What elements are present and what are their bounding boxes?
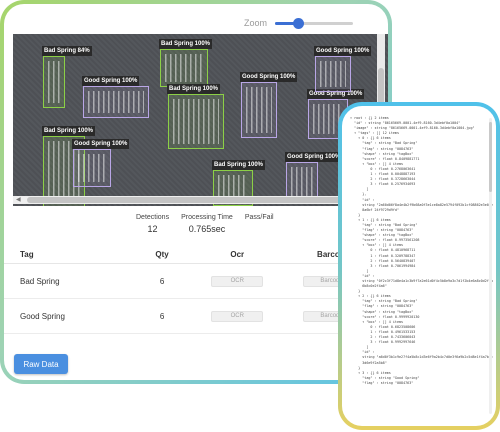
detection-box[interactable]: Good Spring 100%: [240, 72, 298, 138]
header-tag: Tag: [20, 250, 34, 259]
table-row: Good Spring 6 OCR Barcodes: [4, 299, 388, 334]
results-table: Tag Qty Ocr Barcode Bad Spring 6 OCR Bar…: [4, 246, 388, 334]
row-ocr-cell: OCR: [180, 275, 294, 287]
zoom-label: Zoom: [244, 18, 268, 28]
row-tag: Good Spring: [20, 311, 65, 321]
ocr-field[interactable]: OCR: [211, 311, 264, 322]
json-viewer-scrollbar[interactable]: [489, 118, 492, 414]
detection-box[interactable]: Good Spring 100%: [72, 139, 130, 187]
row-qty: 6: [159, 311, 165, 321]
stat-processing-time-label: Processing Time: [181, 214, 233, 221]
detection-box[interactable]: Bad Spring 100%: [159, 39, 213, 87]
image-horizontal-scroll-thumb[interactable]: [27, 197, 357, 203]
spring-pattern: [246, 87, 272, 133]
spring-pattern: [48, 61, 60, 103]
detection-label: Good Spring 100%: [285, 152, 343, 162]
spring-pattern: [78, 154, 106, 182]
header-qty: Qty: [155, 250, 169, 259]
header-ocr: Ocr: [230, 250, 245, 259]
detection-label: Bad Spring 100%: [212, 160, 266, 170]
detection-label: Good Spring 100%: [82, 76, 140, 86]
raw-data-json-viewer[interactable]: ▾ root : {} 2 items "id" : string "86165…: [342, 106, 496, 426]
zoom-control: Zoom: [244, 17, 354, 29]
spring-pattern: [173, 99, 219, 144]
row-tag: Bad Spring: [20, 276, 60, 286]
spring-pattern: [320, 61, 346, 87]
stat-detections: Detections 12: [136, 214, 169, 234]
zoom-slider[interactable]: [275, 17, 354, 29]
detection-box[interactable]: Bad Spring 100%: [167, 84, 224, 149]
stat-detections-label: Detections: [136, 214, 170, 221]
stat-pass-fail: Pass/Fail: [245, 214, 274, 234]
detection-label: Good Spring 100%: [314, 46, 372, 56]
stat-detections-value: 12: [147, 224, 158, 234]
zoom-slider-thumb[interactable]: [293, 17, 305, 29]
spring-pattern: [165, 54, 203, 82]
stat-pass-fail-label: Pass/Fail: [244, 214, 274, 221]
detection-image-view[interactable]: Bad Spring 84% Good Spring 100% Bad Spring…: [13, 34, 388, 206]
stat-processing-time-value: 0.765sec: [188, 224, 226, 234]
main-window-frame: Zoom Bad Spring 84% Good Spring 100% Bad S…: [0, 0, 392, 384]
main-window: Zoom Bad Spring 84% Good Spring 100% Bad S…: [4, 4, 388, 380]
detection-stats: Detections 12 Processing Time 0.765sec P…: [136, 214, 274, 234]
detection-box[interactable]: Bad Spring 84%: [42, 46, 92, 108]
scroll-left-arrow-icon[interactable]: ◀: [16, 196, 21, 204]
image-horizontal-scrollbar[interactable]: ◀ ▶: [13, 196, 388, 204]
detection-box[interactable]: Good Spring 100%: [314, 46, 372, 92]
results-table-header: Tag Qty Ocr Barcode: [4, 246, 388, 264]
detection-label: Bad Spring 84%: [42, 46, 92, 56]
ocr-field[interactable]: OCR: [211, 276, 264, 287]
stat-processing-time: Processing Time 0.765sec: [181, 214, 233, 234]
detection-box[interactable]: Good Spring 100%: [82, 76, 149, 118]
raw-data-phone-frame: ▾ root : {} 2 items "id" : string "86165…: [338, 102, 500, 430]
raw-data-button[interactable]: Raw Data: [14, 354, 68, 374]
table-row: Bad Spring 6 OCR Barcodes: [4, 264, 388, 299]
detection-label: Bad Spring 100%: [42, 126, 96, 136]
json-viewer-scroll-thumb[interactable]: [489, 122, 492, 192]
detection-label: Good Spring 100%: [72, 139, 130, 149]
spring-pattern: [291, 167, 313, 197]
json-line: "flag" : string "0084763": [350, 380, 414, 385]
json-line: string "a6d0f3b1c9e27f4a5b8c1d3e6f9a2b4c…: [350, 355, 493, 360]
json-tree: ▾ root : {} 2 items "id" : string "86165…: [350, 116, 493, 386]
detection-label: Bad Spring 100%: [159, 39, 213, 49]
detection-label: Good Spring 100%: [240, 72, 298, 82]
spring-pattern: [88, 91, 144, 113]
row-ocr-cell: OCR: [180, 310, 294, 322]
row-qty: 6: [159, 276, 165, 286]
json-line: string "2a60d06f8a4e4b2f9b68a0f3e1ce8a82…: [350, 202, 493, 207]
detection-label: Bad Spring 100%: [167, 84, 221, 94]
